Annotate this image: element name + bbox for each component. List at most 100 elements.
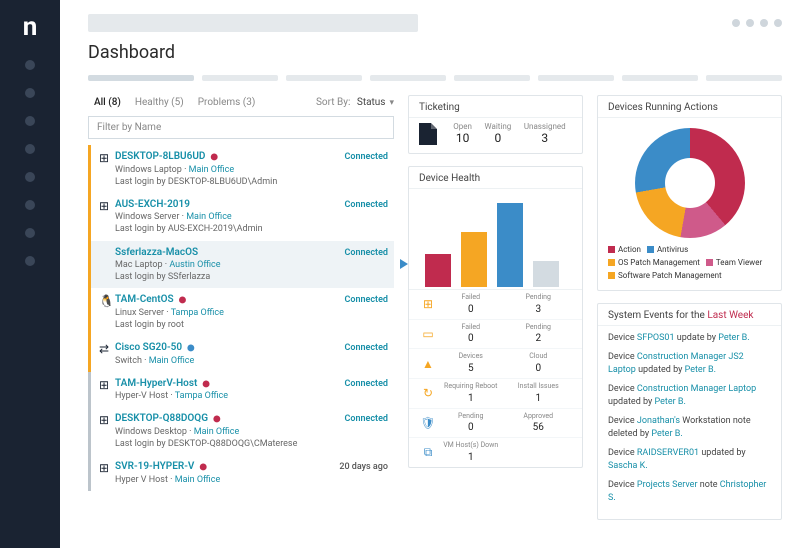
- card-title: Devices Running Actions: [598, 96, 781, 118]
- event-user-link[interactable]: Peter B.: [718, 333, 749, 343]
- event-item: Device Construction Manager Laptop updat…: [608, 383, 771, 410]
- device-meta: Mac Laptop · Austin Office: [115, 259, 344, 271]
- card-title: Device Health: [409, 167, 582, 189]
- event-link[interactable]: Construction Manager JS2 Laptop: [608, 352, 744, 376]
- device-login: Last login by SSferlazza: [115, 271, 344, 283]
- device-status: Connected: [344, 246, 388, 284]
- chart-bar: [533, 261, 559, 287]
- document-icon: [419, 123, 437, 145]
- event-user-link[interactable]: Sascha K.: [608, 461, 648, 471]
- device-name[interactable]: AUS-EXCH-2019: [115, 198, 344, 212]
- device-meta: Hyper-V Host · Tampa Office: [115, 390, 344, 402]
- device-meta: Switch · Main Office: [115, 355, 344, 367]
- device-row[interactable]: ⊞ DESKTOP-8LBU6UD ● Windows Laptop · Mai…: [88, 145, 394, 193]
- nav-item[interactable]: [25, 116, 35, 126]
- nav-item[interactable]: [25, 200, 35, 210]
- device-login: Last login by DESKTOP-8LBU6UD\Admin: [115, 176, 344, 188]
- device-row[interactable]: ⊞ AUS-EXCH-2019 Windows Server · Main Of…: [88, 193, 394, 241]
- cursor-icon: [400, 259, 408, 269]
- event-user-link[interactable]: Peter B.: [651, 429, 682, 439]
- chevron-down-icon[interactable]: ▾: [389, 98, 394, 108]
- nav-item[interactable]: [25, 144, 35, 154]
- ticket-stat: Unassigned3: [524, 122, 566, 145]
- event-link[interactable]: SFPOS01: [637, 333, 675, 343]
- logo: n: [16, 14, 44, 42]
- device-row[interactable]: 🐧 TAM-CentOS ● Linux Server · Tampa Offi…: [88, 288, 394, 336]
- os-icon: ⊞: [99, 461, 115, 486]
- sort-label: Sort By:: [316, 97, 350, 108]
- health-icon: ▲: [419, 357, 437, 371]
- nav-item[interactable]: [25, 256, 35, 266]
- nav-item[interactable]: [25, 228, 35, 238]
- event-item: Device RAIDSERVER01 updated by Sascha K.: [608, 447, 771, 474]
- main-content: Dashboard All (8) Healthy (5) Problems (…: [60, 0, 800, 548]
- device-name[interactable]: DESKTOP-8LBU6UD ●: [115, 150, 344, 164]
- device-status: Connected: [344, 341, 388, 367]
- device-health-card: Device Health ⊞ Failed0 Pending3▭ Failed…: [408, 166, 583, 468]
- device-name[interactable]: SVR-19-HYPER-V ●: [115, 460, 339, 474]
- device-row[interactable]: ⊞ TAM-HyperV-Host ● Hyper-V Host · Tampa…: [88, 372, 394, 408]
- device-meta: Linux Server · Tampa Office: [115, 307, 344, 319]
- device-login: Last login by DESKTOP-Q88DOQG\CMaterese: [115, 438, 344, 450]
- more-menu[interactable]: [732, 19, 782, 27]
- search-input[interactable]: Filter by Name: [88, 116, 394, 139]
- health-icon: ▭: [419, 327, 437, 341]
- sidebar: n: [0, 0, 60, 548]
- health-row: 🛡 Pending0 Approved56: [409, 409, 582, 439]
- ticket-stat: Waiting0: [485, 122, 512, 145]
- device-status: 20 days ago: [339, 460, 388, 486]
- filter-tab-problems[interactable]: Problems (3): [192, 95, 262, 110]
- filter-tab-all[interactable]: All (8): [88, 95, 127, 110]
- card-title: System Events for the Last Week: [598, 304, 781, 326]
- device-name[interactable]: TAM-HyperV-Host ●: [115, 377, 344, 391]
- os-icon: ⊞: [99, 199, 115, 236]
- health-icon: ⧉: [419, 445, 437, 460]
- health-row: ⊞ Failed0 Pending3: [409, 290, 582, 320]
- device-name[interactable]: DESKTOP-Q88DOQG ●: [115, 412, 344, 426]
- event-link[interactable]: Projects Server: [637, 480, 698, 490]
- event-link[interactable]: Jonathan's: [637, 416, 680, 426]
- tab-placeholder-row: [88, 75, 782, 81]
- os-icon: ⊞: [99, 378, 115, 403]
- chart-bar: [461, 232, 487, 287]
- health-row: ↻ Requiring Reboot1 Install Issues1: [409, 379, 582, 409]
- device-login: Last login by root: [115, 319, 344, 331]
- device-row[interactable]: ⇄ Cisco SG20-50 ● Switch · Main Office C…: [88, 336, 394, 372]
- running-actions-card: Devices Running Actions ActionAntivirusO…: [597, 95, 782, 291]
- os-icon: 🐧: [99, 294, 115, 331]
- system-events-card: System Events for the Last Week Device S…: [597, 303, 782, 520]
- device-row[interactable]: ⊞ SVR-19-HYPER-V ● Hyper V Host · Main O…: [88, 455, 394, 491]
- device-name[interactable]: Ssferlazza-MacOS: [115, 246, 344, 260]
- health-row: ▲ Devices5 Cloud0: [409, 349, 582, 379]
- health-bar-chart: [409, 189, 582, 289]
- chart-bar: [497, 203, 523, 287]
- card-title: Ticketing: [409, 96, 582, 118]
- device-row[interactable]: ⊞ DESKTOP-Q88DOQG ● Windows Desktop · Ma…: [88, 407, 394, 455]
- health-icon: ↻: [419, 386, 437, 400]
- nav-item[interactable]: [25, 88, 35, 98]
- header-placeholder: [88, 14, 418, 32]
- event-user-link[interactable]: Peter B.: [685, 365, 716, 375]
- nav-item[interactable]: [25, 172, 35, 182]
- device-row[interactable]: Ssferlazza-MacOS Mac Laptop · Austin Off…: [88, 241, 394, 289]
- sort-value[interactable]: Status: [357, 97, 386, 108]
- device-meta: Windows Desktop · Main Office: [115, 426, 344, 438]
- legend-item: Antivirus: [647, 244, 688, 257]
- os-icon: ⊞: [99, 413, 115, 450]
- device-name[interactable]: TAM-CentOS ●: [115, 293, 344, 307]
- device-name[interactable]: Cisco SG20-50 ●: [115, 341, 344, 355]
- device-meta: Windows Server · Main Office: [115, 211, 344, 223]
- device-status: Connected: [344, 377, 388, 403]
- ticketing-card: Ticketing Open10 Waiting0 Unassigned3: [408, 95, 583, 154]
- event-user-link[interactable]: Peter B.: [655, 397, 686, 407]
- health-icon: 🛡: [419, 416, 437, 430]
- event-link[interactable]: Construction Manager Laptop: [637, 384, 756, 394]
- page-title: Dashboard: [88, 42, 782, 63]
- event-item: Device Construction Manager JS2 Laptop u…: [608, 351, 771, 378]
- os-icon: [99, 247, 115, 284]
- os-icon: ⊞: [99, 151, 115, 188]
- ticket-stat: Open10: [453, 122, 472, 145]
- nav-item[interactable]: [25, 60, 35, 70]
- filter-tab-healthy[interactable]: Healthy (5): [129, 95, 190, 110]
- event-link[interactable]: RAIDSERVER01: [637, 448, 699, 458]
